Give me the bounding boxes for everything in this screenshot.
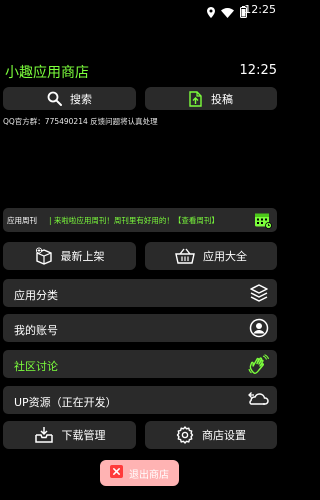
weekly-label: 应用周刊 xyxy=(7,216,37,225)
file-upload-icon xyxy=(189,90,203,107)
search-label: 搜索 xyxy=(70,92,92,106)
location-icon xyxy=(207,3,215,22)
inbox-download-icon xyxy=(34,426,54,444)
store-settings-label: 商店设置 xyxy=(202,429,246,442)
weekly-text[interactable]: | 来啦啦应用周刊！周刊里有好用的！【查看周刊】 xyxy=(49,215,219,226)
all-apps-label: 应用大全 xyxy=(203,250,247,263)
latest-apps-label: 最新上架 xyxy=(60,250,105,263)
basket-icon xyxy=(175,248,195,264)
community-label: 社区讨论 xyxy=(14,360,58,373)
new-package-icon xyxy=(35,247,53,265)
status-time: 12:25 xyxy=(244,3,276,16)
row-app-category[interactable]: 应用分类 xyxy=(3,279,277,307)
wave-hand-icon xyxy=(247,354,270,380)
gear-icon xyxy=(176,426,194,444)
cloud-download-icon xyxy=(247,390,269,414)
store-settings-button[interactable]: 商店设置 xyxy=(145,421,277,449)
app-title: 小趣应用商店 xyxy=(5,65,89,81)
submit-button[interactable]: 投稿 xyxy=(145,87,277,110)
search-button[interactable]: 搜索 xyxy=(3,87,136,110)
exit-store-button[interactable]: 退出商店 xyxy=(100,460,179,486)
row-up-resources[interactable]: UP资源（正在开发） xyxy=(3,386,277,414)
my-account-label: 我的账号 xyxy=(14,324,58,337)
status-icons xyxy=(207,3,247,22)
exit-store-label: 退出商店 xyxy=(129,469,169,481)
user-icon xyxy=(249,318,269,342)
download-manager-button[interactable]: 下载管理 xyxy=(3,421,136,449)
latest-apps-button[interactable]: 最新上架 xyxy=(3,242,136,270)
search-icon xyxy=(47,91,62,106)
layers-icon xyxy=(249,283,269,307)
app-category-label: 应用分类 xyxy=(14,289,58,302)
row-community[interactable]: 社区讨论 xyxy=(3,350,277,378)
header-clock: 12:25 xyxy=(239,63,277,78)
row-my-account[interactable]: 我的账号 xyxy=(3,314,277,342)
wifi-icon xyxy=(221,3,234,22)
up-resources-label: UP资源（正在开发） xyxy=(14,396,117,409)
qq-group-notice: QQ官方群：775490214 反馈问题将认真处理 xyxy=(3,117,158,126)
status-bar: 12:25 xyxy=(0,0,281,20)
submit-label: 投稿 xyxy=(211,92,233,106)
close-icon xyxy=(110,465,123,481)
all-apps-button[interactable]: 应用大全 xyxy=(145,242,277,270)
download-manager-label: 下载管理 xyxy=(61,429,106,442)
weekly-banner[interactable]: 应用周刊 | 来啦啦应用周刊！周刊里有好用的！【查看周刊】 xyxy=(3,208,277,232)
calendar-icon[interactable] xyxy=(254,211,272,233)
